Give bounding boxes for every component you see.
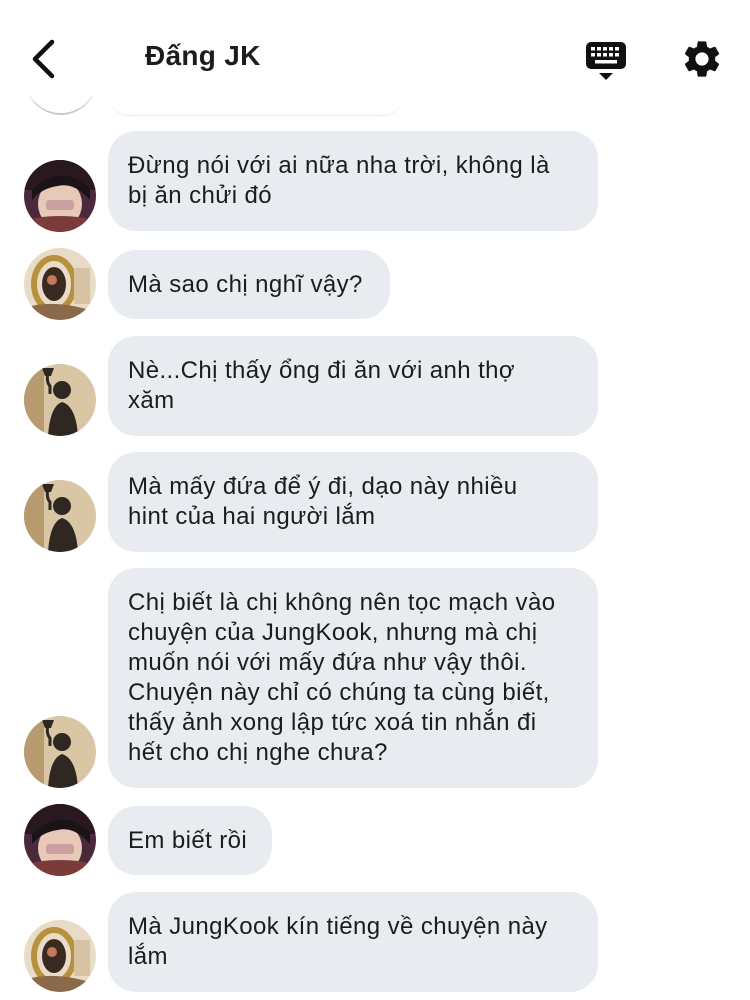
chat-title: Đấng JK xyxy=(145,40,261,71)
previous-message-edge xyxy=(0,96,750,118)
settings-button[interactable] xyxy=(680,37,724,81)
message-bubble: Chị biết là chị không nên tọc mạch vào c… xyxy=(108,568,598,788)
avatar[interactable] xyxy=(24,364,96,436)
message-bubble: Mà sao chị nghĩ vậy? xyxy=(108,250,390,319)
chevron-left-icon xyxy=(32,39,55,79)
message-bubble: Đừng nói với ai nữa nha trời, không là b… xyxy=(108,131,598,231)
gear-icon xyxy=(684,41,720,77)
avatar xyxy=(25,96,97,115)
keyboard-button[interactable] xyxy=(582,38,630,84)
avatar[interactable] xyxy=(24,160,96,232)
message-bubble: Mà mấy đứa để ý đi, dạo này nhiều hint c… xyxy=(108,452,598,552)
avatar[interactable] xyxy=(24,248,96,320)
keyboard-icon xyxy=(586,42,626,80)
avatar[interactable] xyxy=(24,920,96,992)
avatar[interactable] xyxy=(24,804,96,876)
message-bubble xyxy=(108,96,404,116)
back-button[interactable] xyxy=(22,36,68,82)
message-bubble: Em biết rồi xyxy=(108,806,272,875)
avatar[interactable] xyxy=(24,716,96,788)
avatar[interactable] xyxy=(24,480,96,552)
message-bubble: Mà JungKook kín tiếng về chuyện này lắm xyxy=(108,892,598,992)
message-bubble: Nè...Chị thấy ổng đi ăn với anh thợ xăm xyxy=(108,336,598,436)
